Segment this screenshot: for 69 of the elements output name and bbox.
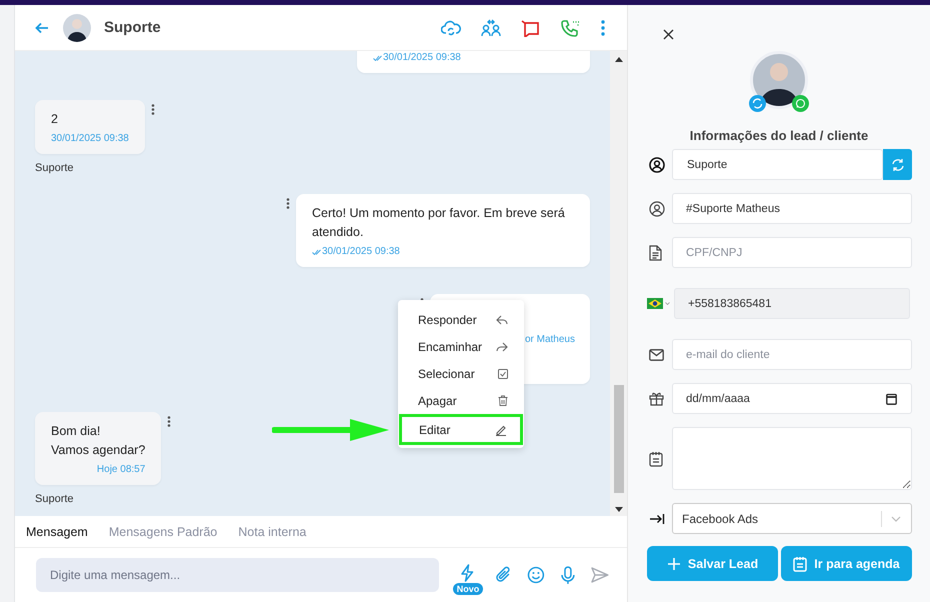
message-input[interactable]: Digite uma mensagem... <box>36 558 439 592</box>
close-button[interactable] <box>661 27 676 42</box>
whatsapp-badge-icon[interactable] <box>792 95 809 112</box>
refresh-icon <box>890 158 904 172</box>
tag-icon[interactable] <box>521 18 541 36</box>
notepad-icon <box>649 450 663 466</box>
cloud-sync-icon[interactable] <box>441 18 461 36</box>
flag-icon[interactable] <box>647 298 663 309</box>
kebab-menu-icon[interactable] <box>601 20 605 36</box>
scrollbar[interactable] <box>610 51 627 516</box>
email-field[interactable]: e-mail do cliente <box>672 339 912 370</box>
menu-item[interactable]: Editar <box>399 414 523 445</box>
message-time: 30/01/2025 09:38 <box>383 52 461 63</box>
composer-tab[interactable]: Mensagem <box>26 524 88 538</box>
message-text: Certo! Um momento por favor. Em breve será atendido. <box>312 205 566 241</box>
name-field[interactable]: Suporte <box>672 149 883 180</box>
pencil-icon <box>495 424 507 436</box>
menu-item[interactable]: Responder <box>398 306 524 333</box>
nickname-field[interactable]: #Suporte Matheus <box>672 193 912 224</box>
scrollbar-thumb[interactable] <box>614 385 624 493</box>
sync-badge-icon[interactable] <box>749 95 766 112</box>
trash-icon <box>498 395 508 406</box>
send-icon[interactable] <box>591 567 609 583</box>
message-text: Bom dia! Vamos agendar? <box>51 423 146 459</box>
message-time: Hoje 08:57 <box>96 464 146 475</box>
lightning-icon[interactable] <box>460 564 474 582</box>
users-swap-icon[interactable] <box>481 18 501 36</box>
paperclip-icon[interactable] <box>496 566 512 584</box>
date-field[interactable]: dd/mm/aaaa <box>672 383 912 414</box>
sender-name: Suporte <box>35 162 74 174</box>
calendar-icon[interactable] <box>886 392 897 404</box>
user-circle-icon <box>649 156 665 172</box>
reply-icon <box>496 314 508 324</box>
arrow-to-bar-icon <box>649 512 665 524</box>
gift-icon <box>649 391 664 406</box>
message-time: 30/01/2025 09:38 <box>322 246 400 257</box>
plus-icon <box>666 556 681 570</box>
emoji-icon[interactable] <box>527 566 546 584</box>
message-time: 30/01/2025 09:38 <box>51 133 129 144</box>
menu-item[interactable]: Encaminhar <box>398 333 524 360</box>
avatar-silhouette <box>63 14 91 42</box>
document-icon <box>649 244 662 260</box>
user-circle-icon <box>649 200 665 216</box>
new-badge: Novo <box>452 583 484 595</box>
contact-name: Suporte <box>104 19 161 36</box>
scroll-up-icon[interactable] <box>614 57 622 62</box>
panel-title: Informações do lead / cliente <box>688 128 870 143</box>
message-text: 2 <box>51 111 59 128</box>
menu-item[interactable]: Selecionar <box>398 360 524 387</box>
document-field[interactable]: CPF/CNPJ <box>672 237 912 268</box>
microphone-icon[interactable] <box>561 566 576 584</box>
message-options-icon[interactable] <box>167 416 172 427</box>
refresh-button[interactable] <box>883 149 912 180</box>
back-arrow-icon[interactable] <box>35 20 49 34</box>
menu-item[interactable]: Apagar <box>398 387 524 414</box>
notes-field[interactable] <box>672 427 912 490</box>
chevron-down-icon[interactable] <box>891 516 901 522</box>
sender-name: Suporte <box>35 493 74 505</box>
source-select[interactable]: Facebook Ads <box>672 503 912 534</box>
envelope-icon <box>649 348 664 360</box>
notepad-icon <box>793 556 808 572</box>
message-options-icon[interactable] <box>286 198 290 209</box>
message-signature: or Matheus <box>524 334 575 344</box>
forward-icon <box>496 342 508 352</box>
message-options-icon[interactable] <box>150 104 155 115</box>
caret-icon[interactable] <box>665 302 670 305</box>
phone-icon[interactable] <box>561 18 581 36</box>
scroll-down-icon[interactable] <box>614 507 622 512</box>
checkbox-icon <box>498 368 508 378</box>
